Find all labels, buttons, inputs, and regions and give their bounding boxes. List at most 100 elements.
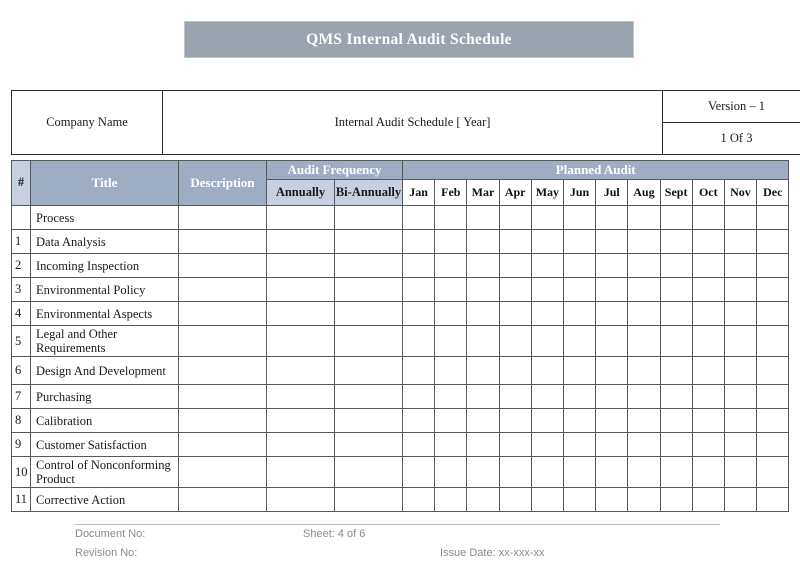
row-month-cell-dec[interactable] <box>756 229 790 254</box>
row-bi-annually-cell[interactable] <box>333 356 404 385</box>
row-month-cell-dec[interactable] <box>756 487 790 512</box>
row-month-cell-may[interactable] <box>530 301 564 326</box>
row-month-cell-apr[interactable] <box>498 408 532 433</box>
row-month-cell-apr[interactable] <box>498 456 532 488</box>
row-month-cell-dec[interactable] <box>756 277 790 302</box>
row-month-cell-oct[interactable] <box>691 487 725 512</box>
row-month-cell-dec[interactable] <box>756 325 790 357</box>
row-month-cell-jun[interactable] <box>562 384 597 409</box>
row-month-cell-may[interactable] <box>530 325 564 357</box>
row-month-cell-aug[interactable] <box>627 277 661 302</box>
row-month-cell-apr[interactable] <box>498 253 532 278</box>
row-month-cell-sept[interactable] <box>659 229 693 254</box>
row-bi-annually-cell[interactable] <box>333 205 404 230</box>
row-month-cell-jan[interactable] <box>402 277 436 302</box>
row-month-cell-may[interactable] <box>530 456 564 488</box>
row-month-cell-jun[interactable] <box>562 205 597 230</box>
row-month-cell-sept[interactable] <box>659 384 693 409</box>
row-bi-annually-cell[interactable] <box>333 277 404 302</box>
row-description-cell[interactable] <box>178 301 267 326</box>
row-annually-cell[interactable] <box>266 356 335 385</box>
row-month-cell-jan[interactable] <box>402 229 436 254</box>
row-month-cell-apr[interactable] <box>498 229 532 254</box>
row-month-cell-jun[interactable] <box>562 356 597 385</box>
row-month-cell-dec[interactable] <box>756 205 790 230</box>
row-month-cell-jun[interactable] <box>562 277 597 302</box>
row-month-cell-jun[interactable] <box>562 301 597 326</box>
row-month-cell-sept[interactable] <box>659 301 693 326</box>
row-month-cell-nov[interactable] <box>723 456 758 488</box>
row-month-cell-nov[interactable] <box>723 356 758 385</box>
row-month-cell-feb[interactable] <box>434 356 468 385</box>
row-month-cell-feb[interactable] <box>434 229 468 254</box>
row-month-cell-jul[interactable] <box>595 487 629 512</box>
row-month-cell-aug[interactable] <box>627 408 661 433</box>
row-month-cell-feb[interactable] <box>434 325 468 357</box>
row-month-cell-aug[interactable] <box>627 432 661 457</box>
row-month-cell-nov[interactable] <box>723 253 758 278</box>
row-annually-cell[interactable] <box>266 487 335 512</box>
row-month-cell-sept[interactable] <box>659 408 693 433</box>
row-month-cell-sept[interactable] <box>659 253 693 278</box>
row-month-cell-jan[interactable] <box>402 456 436 488</box>
row-annually-cell[interactable] <box>266 253 335 278</box>
row-month-cell-mar[interactable] <box>466 205 500 230</box>
row-bi-annually-cell[interactable] <box>333 384 404 409</box>
row-month-cell-jun[interactable] <box>562 487 597 512</box>
row-month-cell-jan[interactable] <box>402 408 436 433</box>
row-month-cell-mar[interactable] <box>466 253 500 278</box>
row-month-cell-dec[interactable] <box>756 253 790 278</box>
row-description-cell[interactable] <box>178 456 267 488</box>
row-annually-cell[interactable] <box>266 456 335 488</box>
row-month-cell-sept[interactable] <box>659 205 693 230</box>
row-month-cell-apr[interactable] <box>498 356 532 385</box>
row-month-cell-sept[interactable] <box>659 432 693 457</box>
row-description-cell[interactable] <box>178 229 267 254</box>
row-month-cell-nov[interactable] <box>723 408 758 433</box>
row-month-cell-may[interactable] <box>530 384 564 409</box>
row-month-cell-feb[interactable] <box>434 456 468 488</box>
row-month-cell-feb[interactable] <box>434 205 468 230</box>
row-month-cell-aug[interactable] <box>627 356 661 385</box>
row-month-cell-jan[interactable] <box>402 301 436 326</box>
row-month-cell-jul[interactable] <box>595 408 629 433</box>
row-month-cell-dec[interactable] <box>756 356 790 385</box>
row-month-cell-dec[interactable] <box>756 432 790 457</box>
row-month-cell-jun[interactable] <box>562 253 597 278</box>
row-month-cell-jul[interactable] <box>595 277 629 302</box>
row-month-cell-mar[interactable] <box>466 384 500 409</box>
row-annually-cell[interactable] <box>266 229 335 254</box>
row-month-cell-may[interactable] <box>530 253 564 278</box>
row-month-cell-mar[interactable] <box>466 229 500 254</box>
row-month-cell-jun[interactable] <box>562 229 597 254</box>
row-month-cell-apr[interactable] <box>498 205 532 230</box>
row-month-cell-jan[interactable] <box>402 325 436 357</box>
row-annually-cell[interactable] <box>266 325 335 357</box>
row-month-cell-oct[interactable] <box>691 384 725 409</box>
row-month-cell-nov[interactable] <box>723 325 758 357</box>
row-month-cell-aug[interactable] <box>627 384 661 409</box>
row-month-cell-aug[interactable] <box>627 253 661 278</box>
row-month-cell-feb[interactable] <box>434 253 468 278</box>
row-description-cell[interactable] <box>178 432 267 457</box>
row-annually-cell[interactable] <box>266 408 335 433</box>
row-month-cell-feb[interactable] <box>434 277 468 302</box>
row-month-cell-oct[interactable] <box>691 325 725 357</box>
row-description-cell[interactable] <box>178 253 267 278</box>
row-month-cell-nov[interactable] <box>723 205 758 230</box>
row-month-cell-jun[interactable] <box>562 456 597 488</box>
row-month-cell-nov[interactable] <box>723 432 758 457</box>
row-month-cell-jul[interactable] <box>595 253 629 278</box>
row-month-cell-may[interactable] <box>530 408 564 433</box>
row-month-cell-mar[interactable] <box>466 456 500 488</box>
row-month-cell-may[interactable] <box>530 487 564 512</box>
row-month-cell-apr[interactable] <box>498 384 532 409</box>
row-month-cell-feb[interactable] <box>434 408 468 433</box>
row-month-cell-apr[interactable] <box>498 487 532 512</box>
row-description-cell[interactable] <box>178 487 267 512</box>
row-month-cell-jan[interactable] <box>402 432 436 457</box>
row-month-cell-oct[interactable] <box>691 408 725 433</box>
row-month-cell-jan[interactable] <box>402 205 436 230</box>
row-month-cell-jul[interactable] <box>595 456 629 488</box>
row-month-cell-oct[interactable] <box>691 432 725 457</box>
